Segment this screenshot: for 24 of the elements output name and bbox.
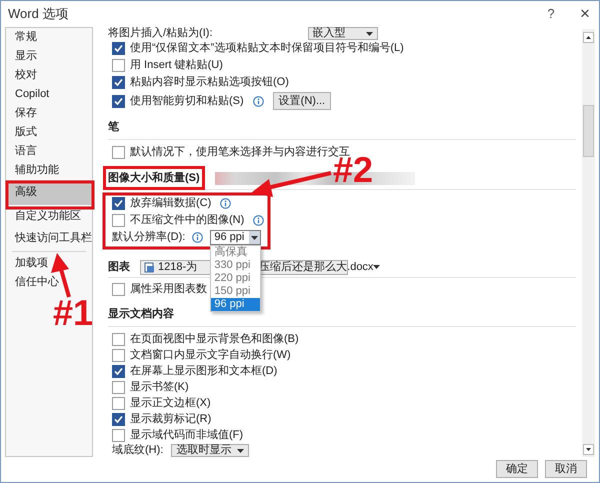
checkbox-label: 属性采用图表数 xyxy=(130,282,207,298)
checkbox-label: 不压缩文件中的图像(N) xyxy=(130,212,244,228)
checkbox-label: 使用“仅保留文本”选项粘贴文本时保留项目符号和编号(L) xyxy=(130,40,404,56)
section-title: 图像大小和质量(S) xyxy=(108,172,200,184)
checkbox-label: 显示裁剪标记(R) xyxy=(130,412,212,427)
checkbox-label: 在屏幕上显示图形和文本框(D) xyxy=(130,364,278,379)
section-title: 显示文档内容 xyxy=(108,306,174,322)
checkbox-label: 显示域代码而非域值(F) xyxy=(130,428,244,443)
checkbox-label: 用 Insert 键粘贴(U) xyxy=(130,58,223,74)
file-name: 1218-为 xyxy=(158,260,198,275)
checkbox-label: 粘贴内容时显示粘贴选项按钮(O) xyxy=(130,74,289,90)
checkbox-label: 文档窗口内显示文字自动换行(W) xyxy=(130,348,291,363)
checkbox-label: 使用智能剪切和粘贴(S) xyxy=(130,94,244,109)
checkbox-label: 显示书签(K) xyxy=(130,380,189,395)
field-label: 域底纹(H): xyxy=(112,442,164,457)
checkbox-label: 放弃编辑数据(C) xyxy=(130,196,212,212)
field-label: 将图片插入/粘贴为(I): xyxy=(108,27,212,42)
annotation-label: #1 xyxy=(53,295,94,331)
checkbox-label: 在页面视图中显示背景色和图像(B) xyxy=(130,332,299,347)
field-label: 默认分辨率(D): xyxy=(112,230,186,246)
window-title: Word 选项 xyxy=(8,5,68,24)
section-title: 笔 xyxy=(108,120,119,135)
field-label: 图表 xyxy=(108,260,131,275)
checkbox-label: 显示正文边框(X) xyxy=(130,396,211,411)
